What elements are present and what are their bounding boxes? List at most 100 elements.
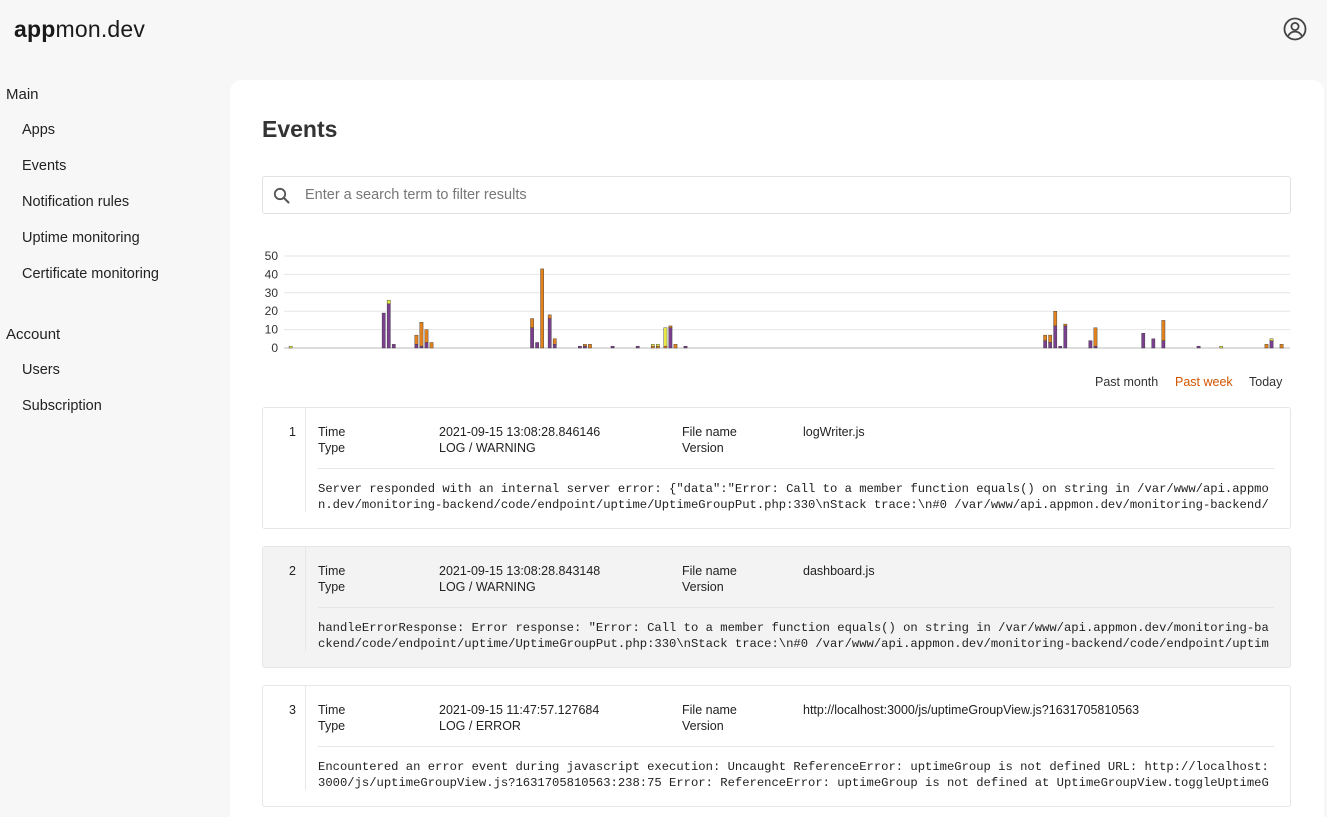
brand-logo-rest: mon.dev bbox=[55, 16, 146, 42]
chart-bar-purple bbox=[1196, 345, 1201, 349]
y-tick-label: 50 bbox=[265, 249, 279, 263]
file-name-label: File name bbox=[682, 564, 737, 578]
file-name-label: File name bbox=[682, 703, 737, 717]
chart-bar-purple bbox=[1058, 345, 1063, 349]
chart-bar-purple bbox=[535, 342, 539, 349]
chart-bar-purple bbox=[386, 303, 391, 349]
chart-bar-orange bbox=[588, 344, 592, 349]
chart-bar-yellow bbox=[1219, 345, 1224, 349]
chart-bar-orange bbox=[663, 345, 668, 349]
version-label: Version bbox=[682, 441, 724, 455]
chart-bar-purple bbox=[1053, 325, 1058, 349]
chart-bar-purple bbox=[419, 345, 424, 349]
brand-logo[interactable]: appmon.dev bbox=[14, 16, 145, 43]
chart-bar-purple bbox=[414, 344, 419, 349]
chart-bar-purple bbox=[552, 344, 557, 349]
main-panel: Events 01020304050 Past month Past week … bbox=[230, 80, 1324, 817]
time-value: 2021-09-15 13:08:28.846146 bbox=[439, 425, 601, 439]
chart-bar-orange bbox=[1048, 334, 1053, 343]
file-name-value: http://localhost:3000/js/uptimeGroupView… bbox=[803, 703, 1140, 717]
sidebar-item-subscription[interactable]: Subscription bbox=[22, 398, 102, 414]
divider bbox=[305, 547, 306, 651]
chart-bar-purple bbox=[1093, 345, 1098, 349]
divider bbox=[305, 408, 306, 512]
event-card[interactable]: 2 Time 2021-09-15 13:08:28.843148 Type L… bbox=[262, 546, 1291, 668]
chart-bar-orange bbox=[1053, 311, 1058, 327]
chart-bar-orange bbox=[530, 318, 534, 328]
time-label: Time bbox=[318, 425, 346, 439]
search-box bbox=[262, 176, 1291, 214]
chart-bar-purple bbox=[530, 327, 534, 349]
range-today[interactable]: Today bbox=[1249, 375, 1282, 389]
chart-bar-yellow bbox=[386, 299, 391, 305]
file-name-value: logWriter.js bbox=[803, 425, 865, 439]
events-chart: 0 10 20 30 40 50 bbox=[265, 249, 1290, 352]
event-index: 1 bbox=[289, 425, 296, 439]
divider bbox=[318, 746, 1274, 747]
chart-bar-purple bbox=[668, 327, 673, 349]
chart-bar-purple bbox=[583, 345, 587, 349]
file-name-label: File name bbox=[682, 425, 737, 439]
time-value: 2021-09-15 13:08:28.843148 bbox=[439, 564, 601, 578]
sidebar-item-apps[interactable]: Apps bbox=[22, 122, 55, 138]
chart-bar-orange bbox=[1043, 334, 1047, 341]
chart-bar-yellow bbox=[656, 344, 660, 347]
chart-bar-orange bbox=[1264, 344, 1269, 349]
chart-bar-orange bbox=[668, 325, 673, 328]
chart-bar-purple bbox=[1161, 340, 1166, 349]
user-account-icon[interactable] bbox=[1283, 17, 1307, 41]
chart-bar-yellow bbox=[1269, 338, 1274, 341]
chart-bar-orange bbox=[1093, 327, 1098, 347]
chart-bar-purple bbox=[1088, 340, 1093, 349]
chart-bar-yellow bbox=[663, 327, 668, 347]
y-tick-label: 40 bbox=[265, 267, 279, 281]
range-past-week[interactable]: Past week bbox=[1175, 375, 1233, 389]
chart-bar-purple bbox=[1141, 333, 1146, 349]
chart-bar-orange bbox=[1161, 320, 1166, 341]
sidebar-item-certificate-monitoring[interactable]: Certificate monitoring bbox=[22, 266, 159, 282]
type-label: Type bbox=[318, 441, 346, 455]
divider bbox=[318, 468, 1274, 469]
chart-bar-purple bbox=[424, 342, 429, 349]
event-index: 2 bbox=[289, 564, 296, 578]
chart-bar-orange bbox=[673, 344, 678, 349]
sidebar-item-uptime-monitoring[interactable]: Uptime monitoring bbox=[22, 230, 140, 246]
nav-heading-account: Account bbox=[6, 326, 61, 343]
chart-bar-yellow bbox=[650, 344, 655, 347]
chart-bar-orange bbox=[1279, 344, 1284, 349]
chart-bar-purple bbox=[391, 344, 396, 349]
type-value: LOG / WARNING bbox=[439, 580, 536, 594]
chart-bar-purple bbox=[381, 312, 386, 349]
chart-bar-purple bbox=[1269, 340, 1274, 349]
chart-bar-purple bbox=[610, 345, 615, 349]
y-tick-label: 0 bbox=[271, 341, 278, 352]
chart-bar-purple bbox=[1043, 340, 1047, 349]
event-card[interactable]: 3 Time 2021-09-15 11:47:57.127684 Type L… bbox=[262, 685, 1291, 807]
chart-bar-purple bbox=[547, 318, 552, 349]
chart-bar-orange bbox=[656, 345, 660, 349]
chart-bar-purple bbox=[1048, 342, 1053, 349]
chart-bar-orange bbox=[1063, 323, 1068, 327]
divider bbox=[318, 607, 1274, 608]
sidebar-item-events[interactable]: Events bbox=[22, 158, 66, 174]
range-past-month[interactable]: Past month bbox=[1095, 375, 1158, 389]
chart-bar-orange bbox=[547, 314, 552, 319]
chart-bar-orange bbox=[429, 342, 434, 349]
event-message: handleErrorResponse: Error response: "Er… bbox=[318, 621, 1269, 651]
event-card[interactable]: 1 Time 2021-09-15 13:08:28.846146 Type L… bbox=[262, 407, 1291, 529]
file-name-value: dashboard.js bbox=[803, 564, 875, 578]
chart-bar-orange bbox=[540, 268, 544, 349]
page-title: Events bbox=[262, 116, 338, 142]
chart-bar-orange bbox=[650, 345, 655, 349]
time-label: Time bbox=[318, 564, 346, 578]
chart-bar-orange bbox=[419, 322, 424, 347]
sidebar-item-users[interactable]: Users bbox=[22, 362, 60, 378]
time-label: Time bbox=[318, 703, 346, 717]
chart-bar-orange bbox=[552, 338, 557, 345]
chart-bar-purple bbox=[1151, 338, 1156, 349]
event-message: Encountered an error event during javasc… bbox=[318, 760, 1269, 790]
event-message: Server responded with an internal server… bbox=[318, 482, 1269, 512]
type-label: Type bbox=[318, 719, 346, 733]
sidebar-item-notification-rules[interactable]: Notification rules bbox=[22, 194, 129, 210]
search-input[interactable] bbox=[305, 177, 1275, 213]
